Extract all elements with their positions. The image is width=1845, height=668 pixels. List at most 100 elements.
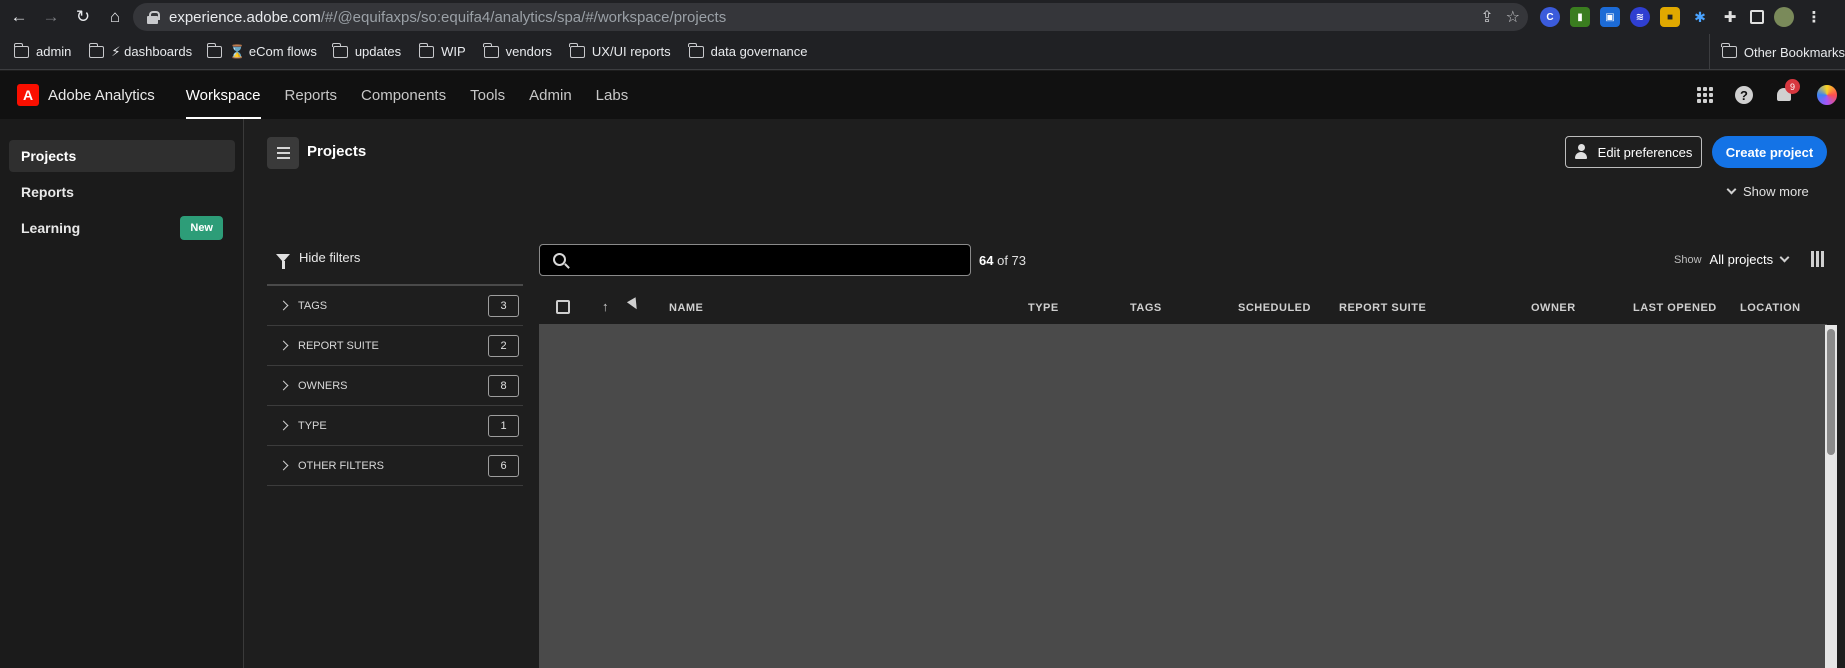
adobe-logo-icon[interactable]: A bbox=[17, 84, 39, 106]
rail-item-reports[interactable]: Reports bbox=[9, 176, 235, 208]
page-title: Projects bbox=[307, 143, 367, 160]
filter-count: 6 bbox=[488, 455, 519, 477]
reload-icon[interactable]: ↻ bbox=[70, 4, 96, 30]
folder-icon bbox=[13, 42, 29, 58]
rail-item-projects[interactable]: Projects bbox=[9, 140, 235, 172]
user-settings-icon bbox=[1574, 144, 1591, 160]
chevron-down-icon bbox=[1726, 184, 1737, 195]
edit-preferences-button[interactable]: Edit preferences bbox=[1565, 136, 1702, 168]
filter-label: OWNERS bbox=[298, 379, 348, 392]
side-panel-icon[interactable] bbox=[1750, 10, 1764, 24]
app-switcher-icon[interactable] bbox=[1697, 87, 1713, 103]
create-project-button[interactable]: Create project bbox=[1712, 136, 1827, 168]
other-bookmarks[interactable]: Other Bookmarks bbox=[1708, 34, 1845, 70]
filter-other-filters[interactable]: OTHER FILTERS 6 bbox=[267, 446, 523, 486]
column-header-last-opened[interactable]: LAST OPENED bbox=[1633, 302, 1717, 314]
filter-count: 2 bbox=[488, 335, 519, 357]
sort-arrow-up-icon[interactable]: ↑ bbox=[602, 299, 609, 314]
bookmark-item[interactable]: ⌛ eCom flows bbox=[206, 42, 317, 60]
select-all-checkbox[interactable] bbox=[556, 300, 570, 314]
bookmark-item[interactable]: vendors bbox=[483, 42, 552, 59]
column-header-tags[interactable]: TAGS bbox=[1130, 302, 1162, 314]
show-value: All projects bbox=[1709, 252, 1774, 267]
rail-item-label: Learning bbox=[21, 220, 81, 236]
extension-c-icon[interactable]: C bbox=[1540, 7, 1560, 27]
browser-toolbar: ← → ↻ ⌂ experience.adobe.com/#/@equifaxp… bbox=[0, 0, 1845, 34]
chevron-right-icon bbox=[278, 460, 289, 471]
bookmarks-bar: admin ⚡ dashboards ⌛ eCom flows updates … bbox=[0, 34, 1845, 70]
profile-avatar-icon[interactable] bbox=[1774, 7, 1794, 27]
nav-tools[interactable]: Tools bbox=[470, 71, 505, 119]
filter-report-suite[interactable]: REPORT SUITE 2 bbox=[267, 326, 523, 366]
folder-icon bbox=[332, 42, 348, 58]
star-icon[interactable]: ☆ bbox=[1506, 7, 1520, 27]
bookmark-item[interactable]: WIP bbox=[418, 42, 466, 59]
search-input[interactable] bbox=[539, 244, 971, 276]
column-header-scheduled[interactable]: SCHEDULED bbox=[1238, 302, 1311, 314]
bookmark-item[interactable]: updates bbox=[332, 42, 401, 59]
browser-menu-icon[interactable]: ⋮ bbox=[1804, 7, 1824, 27]
show-label: Show bbox=[1674, 253, 1702, 266]
extensions-puzzle-icon[interactable]: ✚ bbox=[1720, 7, 1740, 27]
chevron-down-icon bbox=[1779, 252, 1790, 263]
app-title[interactable]: Adobe Analytics bbox=[48, 87, 155, 104]
url-text[interactable]: experience.adobe.com/#/@equifaxps/so:equ… bbox=[169, 9, 726, 26]
extension-chart-icon[interactable]: ▮ bbox=[1570, 7, 1590, 27]
scrollbar-thumb[interactable] bbox=[1827, 329, 1835, 455]
back-icon[interactable]: ← bbox=[6, 4, 32, 30]
hide-filters-button[interactable]: Hide filters bbox=[276, 250, 360, 269]
filter-count: 8 bbox=[488, 375, 519, 397]
toggle-rail-button[interactable] bbox=[267, 137, 299, 169]
filter-label: TAGS bbox=[298, 299, 328, 312]
bookmark-item[interactable]: data governance bbox=[688, 42, 808, 59]
filter-label: OTHER FILTERS bbox=[298, 459, 384, 472]
help-icon[interactable]: ? bbox=[1735, 86, 1753, 104]
filter-owners[interactable]: OWNERS 8 bbox=[267, 366, 523, 406]
extension-signal-icon[interactable]: ≋ bbox=[1630, 7, 1650, 27]
table-scrollbar[interactable] bbox=[1825, 325, 1837, 668]
column-header-location[interactable]: LOCATION bbox=[1740, 302, 1801, 314]
nav-workspace[interactable]: Workspace bbox=[185, 71, 261, 119]
column-header-report-suite[interactable]: REPORT SUITE bbox=[1339, 302, 1426, 314]
notifications-bell-icon[interactable]: 9 bbox=[1775, 79, 1800, 104]
rail-item-label: Reports bbox=[21, 184, 74, 200]
extension-bug-icon[interactable]: ✱ bbox=[1690, 7, 1710, 27]
column-header-type[interactable]: TYPE bbox=[1028, 302, 1059, 314]
extension-qa-icon[interactable]: ■ bbox=[1660, 7, 1680, 27]
forward-icon[interactable]: → bbox=[38, 4, 64, 30]
show-more-button[interactable]: Show more bbox=[1726, 184, 1809, 199]
search-icon bbox=[553, 253, 566, 266]
extension-tag-icon[interactable]: ▣ bbox=[1600, 7, 1620, 27]
bookmark-item[interactable]: UX/UI reports bbox=[569, 42, 671, 59]
folder-icon bbox=[569, 42, 585, 58]
share-icon[interactable]: ⇪ bbox=[1480, 7, 1493, 27]
filter-tags[interactable]: TAGS 3 bbox=[267, 286, 523, 326]
nav-labs[interactable]: Labs bbox=[596, 71, 629, 119]
table-body-loading bbox=[539, 325, 1827, 668]
home-icon[interactable]: ⌂ bbox=[102, 4, 128, 30]
show-projects-dropdown[interactable]: Show All projects bbox=[1674, 252, 1790, 267]
filter-count: 1 bbox=[488, 415, 519, 437]
project-count: 64 of 73 bbox=[979, 253, 1027, 268]
edit-preferences-label: Edit preferences bbox=[1597, 144, 1693, 160]
bookmark-item[interactable]: ⚡ dashboards bbox=[88, 42, 192, 60]
chevron-right-icon bbox=[278, 380, 289, 391]
nav-components[interactable]: Components bbox=[361, 71, 446, 119]
rail-item-learning[interactable]: Learning New bbox=[9, 212, 235, 244]
table-header: ↑ NAME TYPE TAGS SCHEDULED REPORT SUITE … bbox=[539, 291, 1827, 325]
pointer-icon[interactable] bbox=[626, 297, 642, 312]
column-settings-icon[interactable] bbox=[1811, 251, 1827, 267]
nav-admin[interactable]: Admin bbox=[529, 71, 572, 119]
folder-icon bbox=[1721, 43, 1737, 58]
lock-icon bbox=[147, 10, 160, 24]
user-avatar[interactable] bbox=[1815, 83, 1839, 107]
chevron-right-icon bbox=[278, 300, 289, 311]
column-header-owner[interactable]: OWNER bbox=[1531, 302, 1576, 314]
filter-type[interactable]: TYPE 1 bbox=[267, 406, 523, 446]
folder-icon bbox=[88, 42, 105, 58]
address-bar[interactable]: experience.adobe.com/#/@equifaxps/so:equ… bbox=[133, 3, 1528, 31]
column-header-name[interactable]: NAME bbox=[669, 302, 703, 314]
bookmark-item[interactable]: admin bbox=[13, 42, 71, 59]
nav-reports[interactable]: Reports bbox=[285, 71, 338, 119]
filter-count: 3 bbox=[488, 295, 519, 317]
